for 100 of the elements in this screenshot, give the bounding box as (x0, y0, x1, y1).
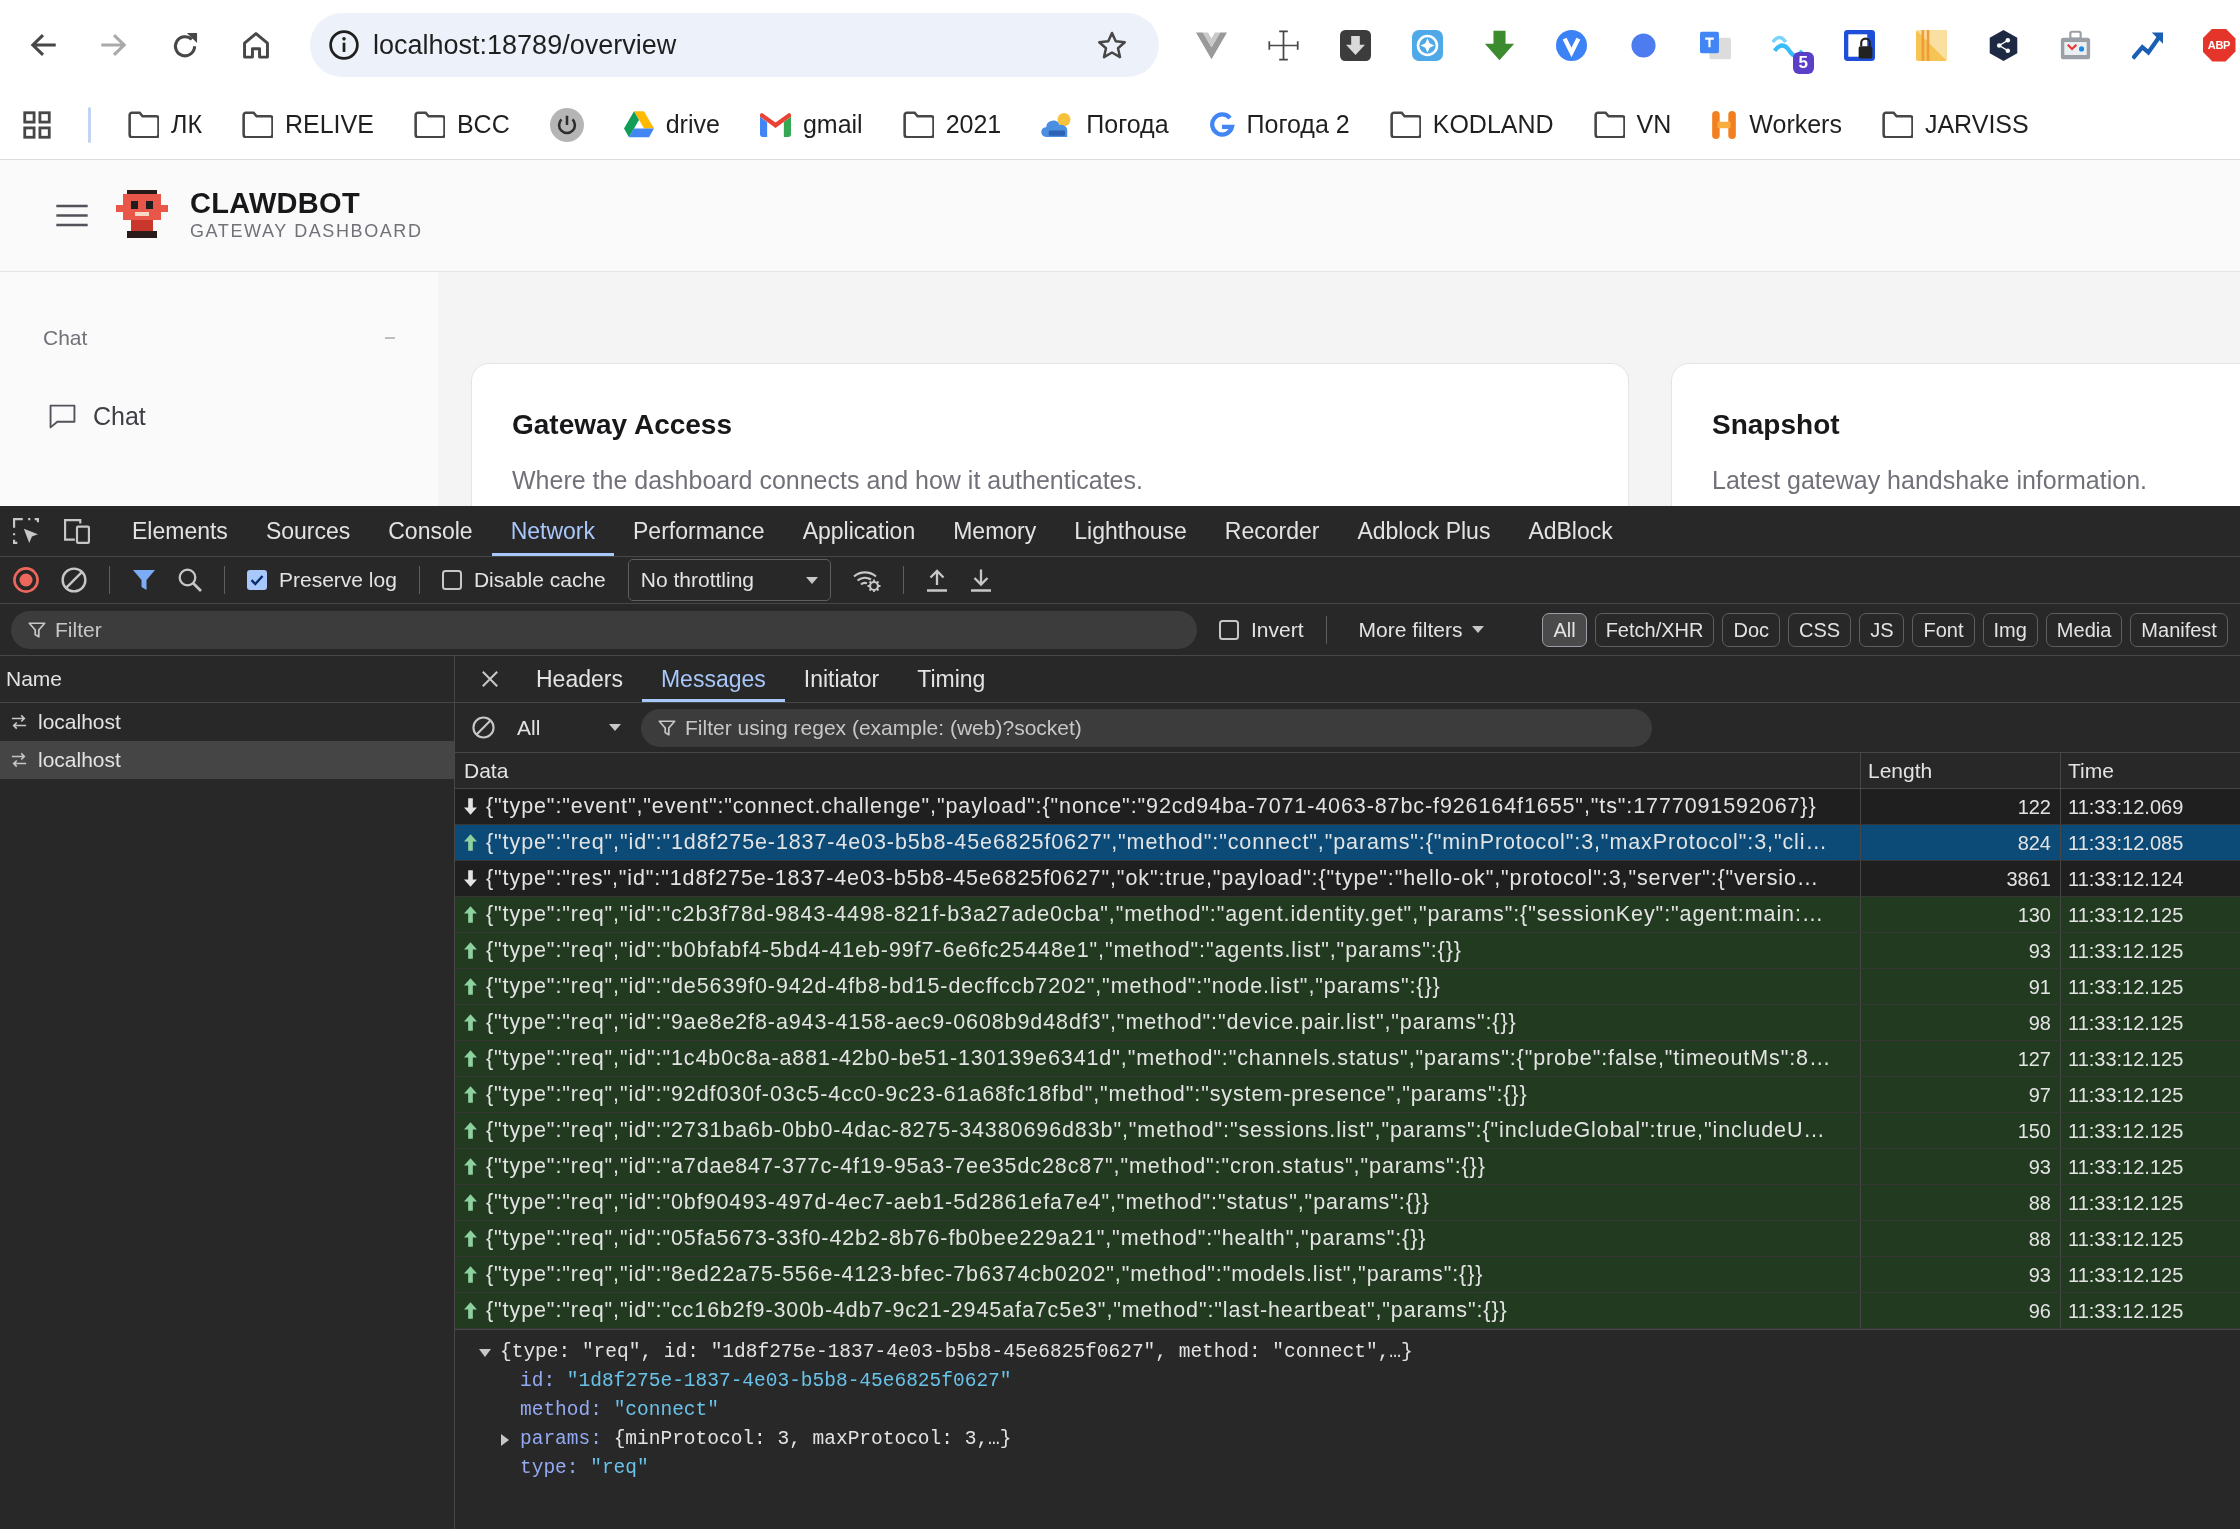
toolbox-icon[interactable] (2059, 29, 2091, 61)
download-icon[interactable] (969, 568, 992, 592)
devtools-tab[interactable]: Network (491, 506, 614, 556)
checkbox[interactable] (1219, 619, 1239, 640)
message-row[interactable]: {"type":"req","id":"2731ba6b-0bb0-4dac-8275-34380696d83b","method":"sessions.list","params":{"includeGlobal":true,"includeU… 150 11:33:12.125 (455, 1113, 2240, 1149)
type-filter-toggle[interactable]: Doc (1722, 612, 1780, 647)
apps-grid-icon[interactable] (23, 110, 51, 139)
checkbox-label[interactable]: Preserve log (279, 564, 397, 596)
search-icon[interactable] (178, 568, 202, 592)
filter-field[interactable]: Filter (11, 610, 1197, 649)
devtools-tab[interactable]: Lighthouse (1055, 506, 1206, 556)
message-row[interactable]: {"type":"req","id":"1d8f275e-1837-4e03-b5b8-45e6825f0627","method":"connect","params":{"minProtocol":3,"maxProtocol":3,"cli… 824 11:33:12.085 (455, 825, 2240, 861)
devtools-tab[interactable]: Application (783, 506, 935, 556)
type-filter-toggle[interactable]: Font (1912, 612, 1975, 647)
message-row[interactable]: {"type":"req","id":"c2b3f78d-9843-4498-821f-b3a27ade0cba","method":"agent.identity.get","params":{"sessionKey":"agent:main:… 130 11:33:12.125 (455, 897, 2240, 933)
type-filter-toggle[interactable]: Img (1982, 612, 2038, 647)
crosshair-icon[interactable] (1267, 29, 1299, 61)
download-box-icon[interactable] (1339, 29, 1371, 61)
expanded-triangle-icon[interactable] (478, 1348, 491, 1357)
stop-sign-logo[interactable]: ABP (2202, 28, 2236, 62)
request-row[interactable]: localhost (0, 741, 454, 779)
message-row[interactable]: {"type":"req","id":"1c4b0c8a-a881-42b0-be51-130139e6341d","method":"channels.status","params":{"probe":false,"timeoutMs":8… 127 11:33:12.125 (455, 1041, 2240, 1077)
bookmark-link[interactable] (549, 107, 584, 142)
devtools-tab[interactable]: Performance (614, 506, 784, 556)
bookmark-link[interactable]: BCC (413, 105, 510, 144)
info-icon[interactable] (329, 30, 359, 60)
column-header[interactable]: Name (6, 663, 63, 695)
type-filter-toggle[interactable]: Fetch/XHR (1594, 612, 1715, 647)
clear-icon[interactable] (472, 716, 495, 739)
message-row[interactable]: {"type":"req","id":"cc16b2f9-300b-4db7-9c21-2945afa7c5e3","method":"last-heartbeat","params":{}} 96 11:33:12.125 (455, 1293, 2240, 1329)
devtools-tab[interactable]: Memory (934, 506, 1056, 556)
message-type-select[interactable]: All (509, 711, 627, 744)
striped-tile-icon[interactable] (1915, 29, 1947, 61)
type-filter-toggle[interactable]: Manifest (2130, 612, 2228, 647)
down-arrow-icon[interactable] (1483, 29, 1515, 61)
type-filter-toggle[interactable]: All (1542, 612, 1587, 647)
stop-record-icon[interactable] (13, 567, 39, 593)
request-row[interactable]: localhost (0, 703, 454, 741)
message-row[interactable]: {"type":"res","id":"1d8f275e-1837-4e03-b5b8-45e6825f0627","ok":true,"payload":{"type":"hello-ok","protocol":3,"server":{"versio… 3861 11:33:12.124 (455, 861, 2240, 897)
devtools-tab[interactable]: Console (369, 506, 492, 556)
detail-tab[interactable]: Timing (898, 656, 1005, 702)
devtools-tab[interactable]: Elements (113, 506, 247, 556)
bookmark-link[interactable]: JARVISS (1881, 105, 2029, 144)
wifi-gear-icon[interactable] (852, 568, 881, 592)
message-row[interactable]: {"type":"req","id":"05fa5673-33f0-42b2-8b76-fb0bee229a21","method":"health","params":{}} 88 11:33:12.125 (455, 1221, 2240, 1257)
regex-filter-field[interactable]: Filter using regex (example: (web)?socket) (641, 708, 1652, 747)
device-icon[interactable] (64, 518, 90, 544)
more-filters-button[interactable]: More filters (1348, 613, 1495, 646)
type-filter-toggle[interactable]: JS (1859, 612, 1905, 647)
message-row[interactable]: {"type":"req","id":"9ae8e2f8-a943-4158-aec9-0608b9d48df3","method":"device.pair.list","params":{}} 98 11:33:12.125 (455, 1005, 2240, 1041)
bookmark-link[interactable]: Workers (1711, 105, 1842, 144)
collapsed-triangle-icon[interactable] (500, 1433, 509, 1446)
column-header[interactable]: Time (2068, 754, 2114, 787)
detail-tab[interactable]: Messages (641, 656, 785, 702)
bookmark-link[interactable]: VN (1593, 105, 1672, 144)
back-icon[interactable] (29, 32, 57, 58)
reload-icon[interactable] (171, 31, 199, 59)
filter-icon[interactable] (132, 568, 156, 592)
type-filter-toggle[interactable]: Media (2045, 612, 2123, 647)
message-row[interactable]: {"type":"req","id":"b0bfabf4-5bd4-41eb-99f7-6e6fc25448e1","method":"agents.list","params":{}} 93 11:33:12.125 (455, 933, 2240, 969)
v-circle-icon[interactable] (1555, 29, 1587, 61)
checkbox[interactable] (247, 570, 267, 590)
bookmark-link[interactable]: KODLAND (1389, 105, 1554, 144)
bookmark-link[interactable]: ЛК (128, 105, 202, 144)
star-icon[interactable] (1097, 30, 1127, 60)
upload-icon[interactable] (925, 568, 948, 592)
column-header[interactable]: Length (1868, 754, 1933, 787)
tile-pair-icon[interactable] (1699, 29, 1731, 61)
lock-icon[interactable] (1843, 29, 1875, 61)
inspect-icon[interactable] (13, 518, 39, 544)
devtools-tab[interactable]: Adblock Plus (1338, 506, 1510, 556)
bookmark-link[interactable]: Погода (1041, 105, 1169, 144)
bookmark-link[interactable]: drive (623, 105, 720, 144)
message-row[interactable]: {"type":"req","id":"92df030f-03c5-4cc0-9c23-61a68fc18fbd","method":"system-presence","params":{}} 97 11:33:12.125 (455, 1077, 2240, 1113)
bookmark-link[interactable]: RELIVE (242, 105, 374, 144)
sidebar-item[interactable]: Chat (45, 393, 156, 439)
menu-icon[interactable] (56, 204, 88, 227)
bookmark-link[interactable]: Погода 2 (1208, 105, 1350, 144)
detail-tab[interactable]: Headers (517, 656, 642, 702)
column-header[interactable]: Data (464, 754, 509, 787)
detail-tab[interactable]: Initiator (784, 656, 899, 702)
devtools-tab[interactable]: Recorder (1205, 506, 1339, 556)
share-hexagon-icon[interactable] (1987, 29, 2019, 61)
address-bar[interactable]: localhost:18789/overview (310, 13, 1159, 77)
checkbox-label[interactable]: Invert (1251, 613, 1304, 646)
checkbox[interactable] (441, 570, 462, 590)
devtools-tab[interactable]: Sources (246, 506, 370, 556)
bookmark-link[interactable]: gmail (759, 105, 863, 144)
bookmark-link[interactable]: 2021 (902, 105, 1002, 144)
message-row[interactable]: {"type":"req","id":"a7dae847-377c-4f19-95a3-7ee35dc28c87","method":"cron.status","params":{}} 93 11:33:12.125 (455, 1149, 2240, 1185)
message-row[interactable]: {"type":"req","id":"8ed22a75-556e-4123-bfec-7b6374cb0202","method":"models.list","params":{}} 93 11:33:12.125 (455, 1257, 2240, 1293)
throttling-select[interactable]: No throttling (627, 559, 831, 601)
devtools-tab[interactable]: AdBlock (1509, 506, 1632, 556)
home-icon[interactable] (242, 31, 270, 59)
compass-icon[interactable] (1411, 29, 1443, 61)
message-row[interactable]: {"type":"event","event":"connect.challenge","payload":{"nonce":"92cd94ba-7071-4063-87bc-f926164f1655","ts":1777091592067}} 122 11:33:12.069 (455, 789, 2240, 825)
message-row[interactable]: {"type":"req","id":"0bf90493-497d-4ec7-aeb1-5d2861efa7e4","method":"status","params":{}} 88 11:33:12.125 (455, 1185, 2240, 1221)
clear-icon[interactable] (61, 567, 87, 593)
close-icon[interactable] (481, 670, 499, 688)
checkbox-label[interactable]: Disable cache (473, 564, 606, 596)
